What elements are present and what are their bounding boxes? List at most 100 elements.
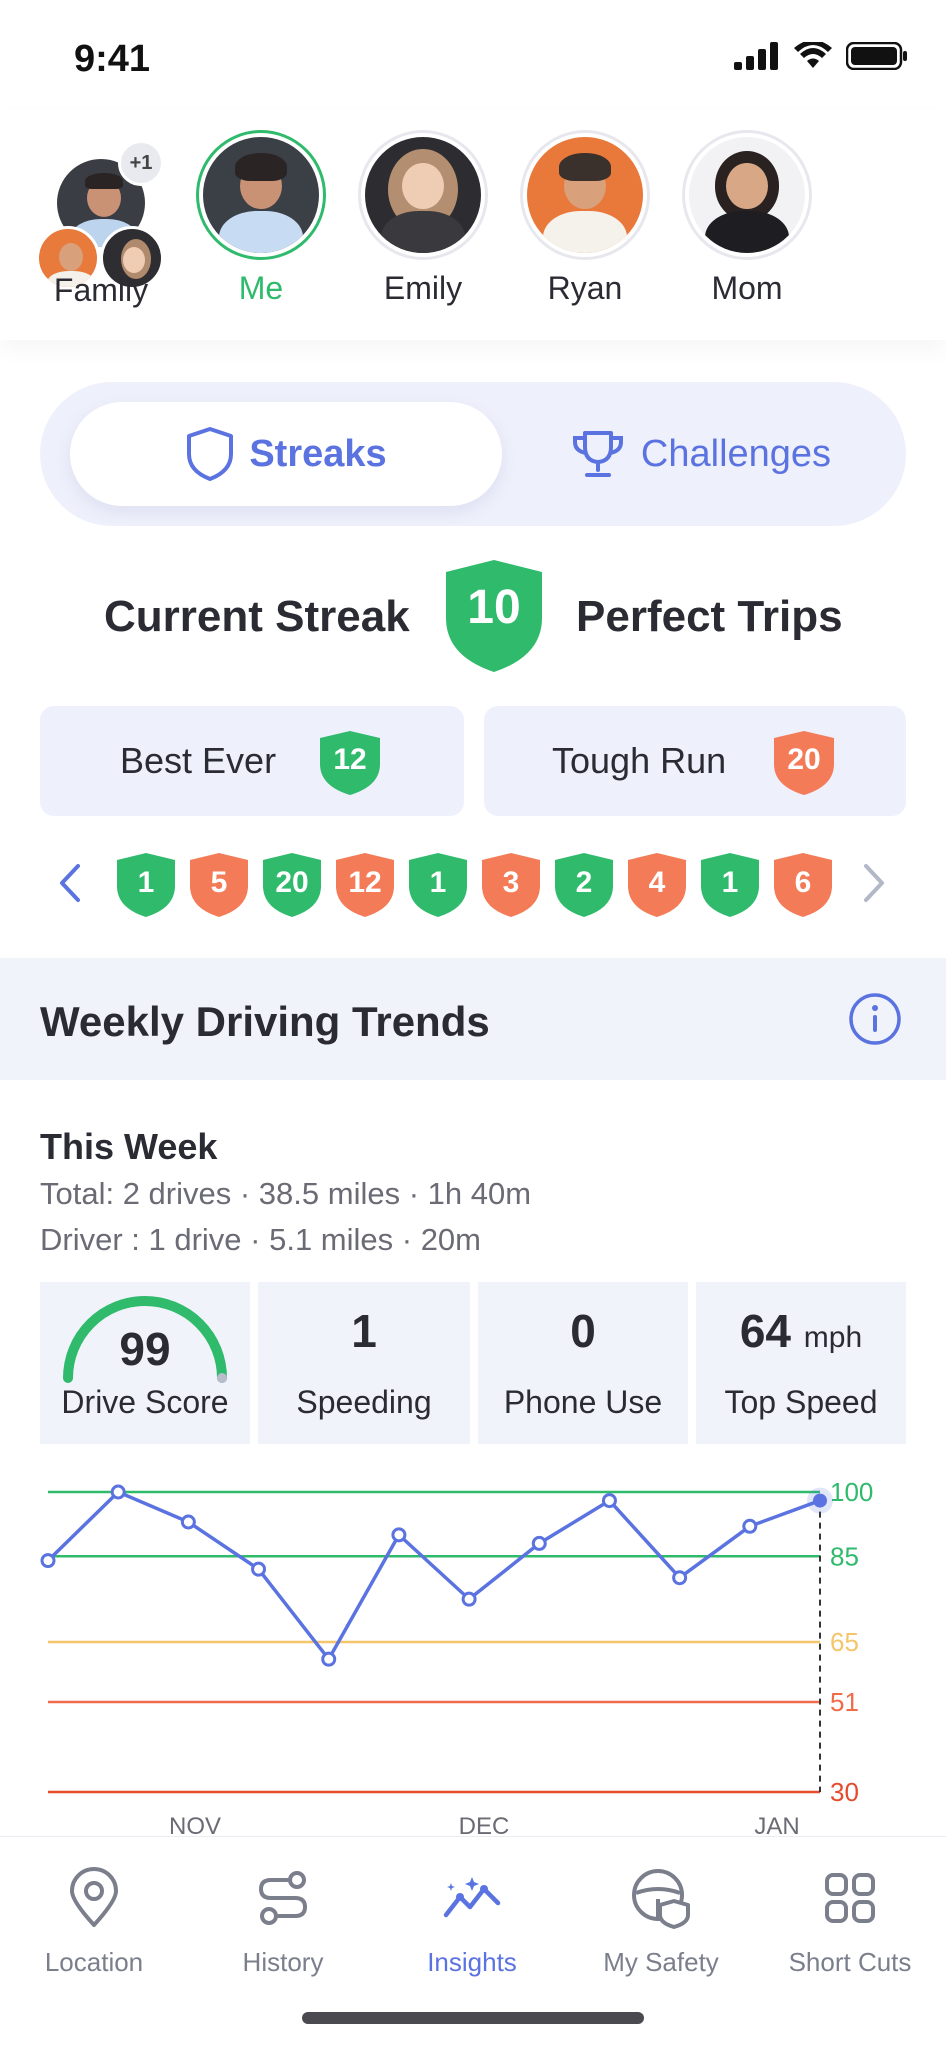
wifi-icon	[794, 42, 832, 68]
tab-location[interactable]: Location	[4, 1867, 184, 1978]
status-bar: 9:41	[0, 0, 946, 110]
data-point	[672, 1570, 688, 1586]
history-streak-badge[interactable]: 12	[334, 852, 396, 918]
history-streak-badge[interactable]: 1	[699, 852, 761, 918]
signal-icon	[734, 42, 778, 70]
person-name: Emily	[383, 270, 463, 306]
data-point	[742, 1518, 758, 1534]
tab-my-safety[interactable]: My Safety	[571, 1867, 751, 1978]
current-point	[813, 1493, 827, 1508]
phone-use-tile[interactable]: 0 Phone Use	[478, 1282, 688, 1444]
history-streak-value: 5	[210, 866, 228, 899]
history-streak-badge[interactable]: 5	[188, 852, 250, 918]
family-label: Family	[53, 272, 149, 308]
history-streak-value: 4	[648, 866, 666, 899]
tab-short-cuts[interactable]: Short Cuts	[760, 1867, 940, 1978]
current-streak: Current Streak 10 Perfect Trips	[0, 556, 946, 676]
tab-challenges[interactable]: Challenges	[520, 402, 880, 506]
history-streak-value: 12	[348, 866, 382, 899]
streaks-challenges-toggle: Streaks Challenges	[40, 382, 906, 526]
person-emily[interactable]: Emily	[353, 130, 493, 307]
tab-insights[interactable]: Insights	[382, 1867, 562, 1978]
top-speed-number: 64	[739, 1305, 792, 1357]
data-point	[601, 1493, 617, 1509]
status-time: 9:41	[74, 38, 151, 80]
series-line	[46, 1490, 821, 1661]
history-streak-badge[interactable]: 6	[772, 852, 834, 918]
battery-icon	[846, 42, 907, 70]
y-tick-label: 30	[830, 1777, 859, 1807]
tough-run-card[interactable]: Tough Run 20	[484, 706, 906, 816]
tough-run-value: 20	[787, 743, 821, 776]
current-streak-badge: 10	[442, 558, 546, 674]
person-me[interactable]: Me	[191, 130, 331, 307]
tab-streaks[interactable]: Streaks	[70, 402, 502, 506]
safety-wheel-icon	[632, 1869, 690, 1929]
location-pin-icon	[70, 1867, 118, 1927]
avatar-ring	[358, 130, 488, 260]
best-ever-label: Best Ever	[120, 740, 277, 781]
drive-score-tile[interactable]: 99 Drive Score	[40, 1282, 250, 1444]
tab-my-safety-label: My Safety	[603, 1947, 719, 1977]
history-streak-value: 3	[502, 866, 520, 899]
y-tick-label: 51	[830, 1687, 859, 1717]
best-ever-card[interactable]: Best Ever 12	[40, 706, 464, 816]
route-icon	[258, 1871, 308, 1925]
person-ryan[interactable]: Ryan	[515, 130, 655, 307]
drive-score-value: 99	[119, 1323, 171, 1375]
data-point	[461, 1591, 477, 1607]
driver-summary: Driver : 1 drive · 5.1 miles · 20m	[40, 1222, 481, 1257]
tab-short-cuts-label: Short Cuts	[788, 1947, 912, 1977]
data-point	[40, 1553, 56, 1569]
total-summary: Total: 2 drives · 38.5 miles · 1h 40m	[40, 1176, 532, 1211]
insights-icon	[443, 1877, 501, 1918]
speeding-value: 1	[351, 1305, 377, 1357]
phone-use-value: 0	[570, 1305, 596, 1357]
drive-score-trend-chart: 100 85 65 51 30 NOV DEC JAN	[40, 1477, 873, 1838]
tab-history[interactable]: History	[193, 1867, 373, 1978]
data-point	[110, 1484, 126, 1500]
history-streak-badge[interactable]: 2	[553, 852, 615, 918]
data-point	[251, 1561, 267, 1577]
streak-history: 1 5 20 12 1 3 2 4 1 6	[0, 846, 946, 920]
info-icon[interactable]	[848, 992, 902, 1046]
history-streak-value: 6	[794, 866, 812, 899]
chevron-right-icon[interactable]	[860, 862, 890, 904]
weekly-trends-header: Weekly Driving Trends	[0, 958, 946, 1080]
tab-history-label: History	[242, 1947, 324, 1977]
history-streak-badge[interactable]: 3	[480, 852, 542, 918]
top-speed-tile[interactable]: 64 mph Top Speed	[696, 1282, 906, 1444]
home-indicator	[302, 2012, 644, 2024]
family-avatar-group[interactable]: +1	[36, 136, 176, 290]
history-streak-badge[interactable]: 1	[407, 852, 469, 918]
avatar-ring	[682, 130, 812, 260]
y-tick-label: 85	[830, 1541, 859, 1571]
history-streak-value: 1	[721, 866, 739, 899]
speeding-tile[interactable]: 1 Speeding	[258, 1282, 470, 1444]
phone-use-label: Phone Use	[503, 1384, 663, 1420]
person-mom[interactable]: Mom	[677, 130, 817, 307]
avatar	[527, 137, 643, 253]
drive-score-label: Drive Score	[61, 1384, 229, 1420]
data-point	[391, 1527, 407, 1543]
history-streak-badge[interactable]: 1	[115, 852, 177, 918]
avatar	[365, 137, 481, 253]
x-tick-label: NOV	[169, 1813, 221, 1838]
best-ever-value: 12	[333, 743, 367, 776]
top-speed-value: 64 mph	[696, 1304, 906, 1358]
speeding-label: Speeding	[296, 1384, 432, 1420]
current-streak-label: Current Streak	[104, 592, 410, 641]
tab-insights-label: Insights	[427, 1947, 517, 1977]
data-point	[531, 1535, 547, 1551]
history-streak-badge[interactable]: 20	[261, 852, 323, 918]
avatar-ring	[520, 130, 650, 260]
perfect-trips-label: Perfect Trips	[576, 592, 843, 641]
tab-challenges-label: Challenges	[640, 432, 832, 475]
history-streak-value: 20	[275, 866, 309, 899]
history-streak-badge[interactable]: 4	[626, 852, 688, 918]
top-speed-label: Top Speed	[724, 1384, 878, 1420]
tab-location-label: Location	[44, 1947, 144, 1977]
chevron-left-icon[interactable]	[54, 862, 84, 904]
weekly-trends-title: Weekly Driving Trends	[40, 998, 490, 1045]
history-streak-value: 1	[137, 866, 155, 899]
